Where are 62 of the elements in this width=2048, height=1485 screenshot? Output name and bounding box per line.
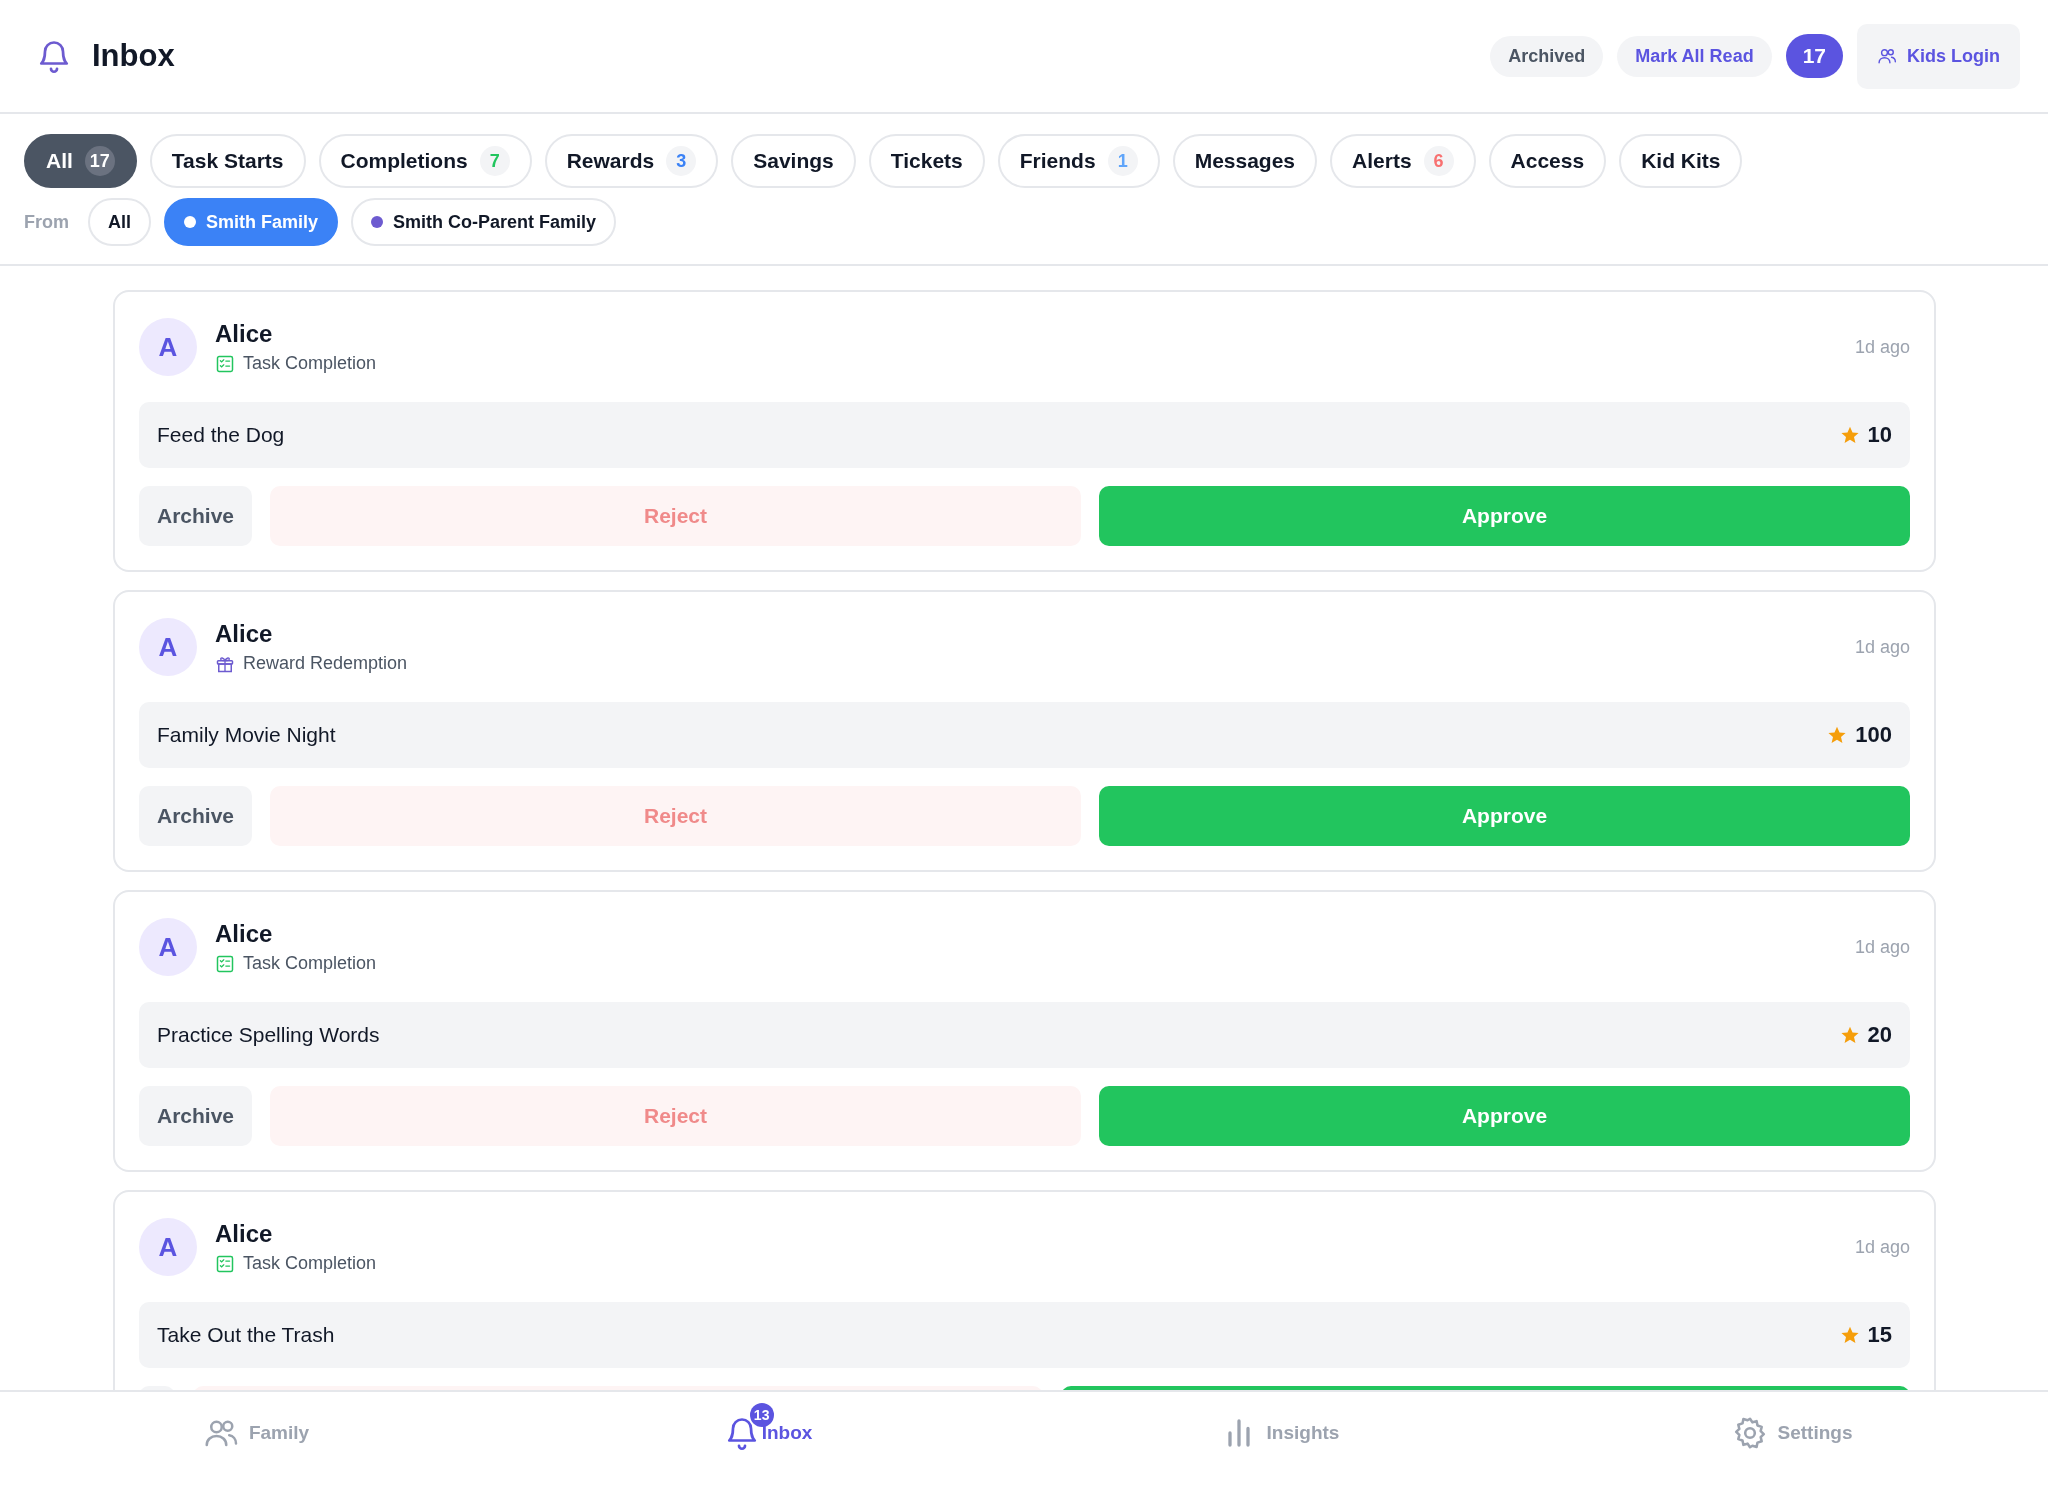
item-title: Take Out the Trash bbox=[157, 1323, 335, 1347]
filter-tab[interactable]: Task Starts bbox=[149, 134, 306, 188]
kids-login-button[interactable]: Kids Login bbox=[1857, 23, 2020, 89]
points-value: 20 bbox=[1867, 1022, 1892, 1048]
message-type: Task Completion bbox=[243, 953, 377, 974]
count-badge: 7 bbox=[479, 146, 510, 176]
filter-tab[interactable]: Kid Kits bbox=[1619, 134, 1743, 188]
from-label: From bbox=[24, 211, 69, 233]
family-filter[interactable]: Smith Family bbox=[164, 198, 339, 246]
item-title: Feed the Dog bbox=[157, 423, 285, 447]
family-filter[interactable]: Smith Co-Parent Family bbox=[351, 198, 617, 246]
avatar: A bbox=[139, 618, 197, 676]
item-title: Practice Spelling Words bbox=[157, 1023, 380, 1047]
count-badge: 6 bbox=[1423, 146, 1454, 176]
filter-tab[interactable]: All 17 bbox=[24, 134, 137, 188]
star-icon bbox=[1827, 725, 1848, 745]
archive-button[interactable]: Archive bbox=[139, 486, 253, 546]
unread-count-badge: 17 bbox=[1785, 34, 1843, 78]
sender-name: Alice bbox=[215, 320, 274, 348]
message-type: Reward Redemption bbox=[243, 653, 408, 674]
filter-tab[interactable]: Savings bbox=[731, 134, 856, 188]
timestamp: 1d ago bbox=[1854, 936, 1910, 958]
checklist-icon bbox=[215, 353, 235, 374]
mark-all-read-button[interactable]: Mark All Read bbox=[1617, 35, 1772, 77]
filter-tab[interactable]: Messages bbox=[1172, 134, 1318, 188]
filter-tab[interactable]: Completions 7 bbox=[318, 134, 532, 188]
count-badge: 3 bbox=[666, 146, 697, 176]
family-filter[interactable]: All bbox=[88, 198, 151, 246]
sender-name: Alice bbox=[215, 920, 274, 948]
archived-button[interactable]: Archived bbox=[1490, 35, 1604, 77]
checklist-icon bbox=[215, 1253, 235, 1274]
notification-badge: 13 bbox=[749, 1402, 774, 1427]
points-value: 100 bbox=[1855, 722, 1892, 748]
archive-button[interactable]: Archive bbox=[139, 786, 253, 846]
avatar: A bbox=[139, 918, 197, 976]
archive-button[interactable]: Archive bbox=[139, 1086, 253, 1146]
avatar: A bbox=[139, 318, 197, 376]
timestamp: 1d ago bbox=[1854, 1236, 1910, 1258]
people-icon bbox=[1877, 46, 1897, 66]
star-icon bbox=[1839, 1325, 1860, 1345]
filter-tab[interactable]: Tickets bbox=[868, 134, 985, 188]
page-title: Inbox bbox=[92, 38, 175, 74]
filter-tab[interactable]: Rewards 3 bbox=[544, 134, 719, 188]
timestamp: 1d ago bbox=[1854, 636, 1910, 658]
sender-name: Alice bbox=[215, 1220, 274, 1248]
avatar: A bbox=[139, 1218, 197, 1276]
checklist-icon bbox=[215, 953, 235, 974]
star-icon bbox=[1839, 425, 1860, 445]
filter-tab[interactable]: Alerts 6 bbox=[1330, 134, 1476, 188]
message-type: Task Completion bbox=[243, 1253, 377, 1274]
filter-tab[interactable]: Friends 1 bbox=[997, 134, 1160, 188]
points-value: 15 bbox=[1867, 1322, 1892, 1348]
count-badge: 1 bbox=[1107, 146, 1138, 176]
timestamp: 1d ago bbox=[1854, 336, 1910, 358]
nav-tab[interactable]: 13 Inbox bbox=[512, 1392, 1024, 1473]
filter-tab[interactable]: Access bbox=[1488, 134, 1607, 188]
sender-name: Alice bbox=[215, 620, 274, 648]
star-icon bbox=[1839, 1025, 1860, 1045]
message-type: Task Completion bbox=[243, 353, 377, 374]
item-title: Family Movie Night bbox=[157, 723, 336, 747]
points-value: 10 bbox=[1867, 422, 1892, 448]
count-badge: 17 bbox=[84, 146, 115, 176]
